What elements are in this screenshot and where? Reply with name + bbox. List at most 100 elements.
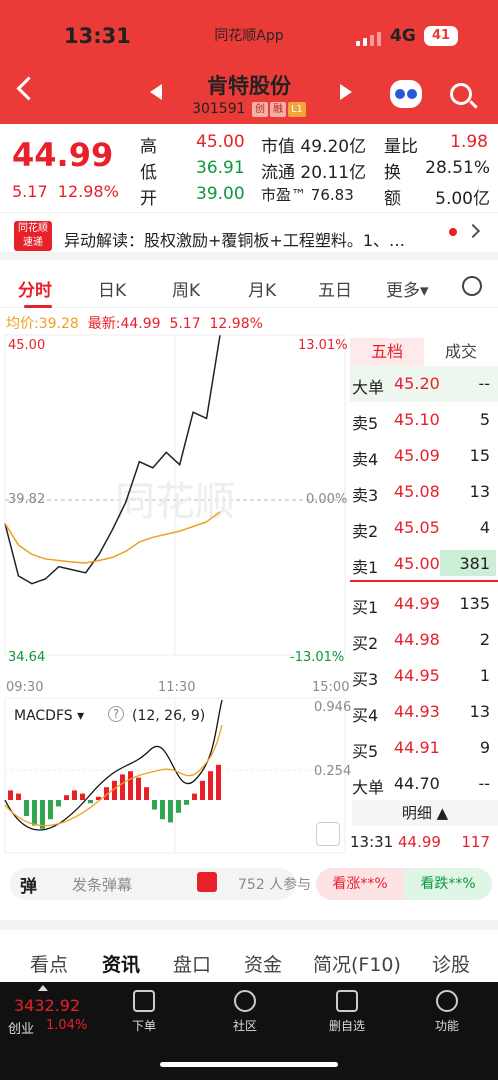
orderbook-row[interactable]: 买3 44.95 1	[350, 658, 498, 694]
low-value: 36.91	[196, 158, 245, 178]
macd-bar	[160, 800, 165, 820]
news-text[interactable]: 异动解读：股权激励+覆铜板+工程塑料。1、…	[64, 227, 440, 251]
top-pct-label: 13.01%	[298, 338, 348, 353]
orderbook-row[interactable]: 卖4 45.09 15	[350, 438, 498, 474]
tab-five-day[interactable]: 五日	[318, 276, 352, 301]
barrage-bar: 弹 发条弹幕 752 人参与 看涨**% 看跌**%	[0, 860, 498, 906]
macd-bar	[184, 800, 189, 805]
tab-f10[interactable]: 简况(F10)	[313, 950, 401, 977]
macd-mid-label: 0.254	[314, 764, 352, 779]
orderbook-label: 卖5	[352, 414, 379, 433]
orderbook-price: 44.91	[394, 738, 440, 757]
orderbook-vol: 381	[459, 554, 490, 573]
time-start-label: 09:30	[6, 680, 44, 695]
orderbook-label: 买5	[352, 742, 379, 761]
orderbook-row[interactable]: 买2 44.98 2	[350, 622, 498, 658]
orderbook-label: 买1	[352, 598, 379, 617]
pe-label: 市盈™ 76.83	[261, 186, 354, 204]
tab-news[interactable]: 资讯	[102, 950, 140, 977]
settings-icon[interactable]	[462, 276, 482, 296]
community-icon[interactable]	[234, 990, 256, 1012]
macd-indicator-select[interactable]: MACDFS ▾	[14, 708, 84, 724]
macd-top-label: 0.946	[314, 700, 352, 715]
stock-name: 肯特股份	[207, 74, 291, 98]
orderbook-row[interactable]: 卖2 45.05 4	[350, 510, 498, 546]
dock-community[interactable]: 社区	[215, 1017, 275, 1034]
orderbook-row[interactable]: 买1 44.99 135	[350, 586, 498, 622]
tab-weekly[interactable]: 周K	[172, 276, 200, 301]
orderbook-vol: 1	[479, 666, 490, 685]
orderbook-vol: --	[478, 374, 490, 393]
open-value: 39.00	[196, 184, 245, 204]
macd-bar	[64, 795, 69, 800]
tag-rong: 融	[269, 102, 286, 117]
macd-bar	[176, 800, 181, 813]
bid-ask-divider	[350, 580, 498, 582]
index-name: 创业	[8, 1022, 35, 1037]
price-change: 5.17 12.98%	[12, 182, 119, 201]
tab-monthly[interactable]: 月K	[248, 276, 276, 301]
news-banner[interactable]: 同花顺 速递 异动解读：股权激励+覆铜板+工程塑料。1、…	[0, 212, 498, 260]
orderbook-row[interactable]: 买4 44.93 13	[350, 694, 498, 730]
macd-bar	[120, 774, 125, 800]
tab-funds[interactable]: 资金	[244, 950, 282, 977]
tab-highlights[interactable]: 看点	[30, 950, 68, 977]
tab-diagnosis[interactable]: 诊股	[432, 950, 470, 977]
orderbook-row[interactable]: 卖1 45.00 381	[350, 546, 498, 582]
orderbook-row[interactable]: 大单 44.70 --	[350, 766, 498, 802]
orderbook-label: 大单	[352, 778, 385, 797]
dea-line	[4, 724, 223, 827]
open-label: 开	[140, 189, 157, 209]
dock-remove-watchlist[interactable]: 删自选	[317, 1017, 377, 1034]
index-pct: 1.04%	[46, 1018, 88, 1033]
orderbook-row[interactable]: 买5 44.91 9	[350, 730, 498, 766]
search-icon[interactable]	[450, 83, 472, 105]
orderbook-label: 大单	[352, 378, 385, 397]
tab-trades[interactable]: 成交	[424, 338, 498, 366]
turnover-label: 换	[384, 163, 401, 183]
robot-assistant-icon[interactable]	[390, 80, 422, 108]
intraday-chart[interactable]: 同花顺 45.00 13.01% 39.82 0.00% 34.64 -13.0…	[0, 330, 352, 855]
gift-icon[interactable]	[197, 872, 217, 892]
orderbook-row[interactable]: 卖5 45.10 5	[350, 402, 498, 438]
index-arrow-icon	[38, 985, 48, 991]
orderbook-row[interactable]: 大单 45.20 --	[350, 366, 498, 402]
dock-functions[interactable]: 功能	[417, 1017, 477, 1034]
orderbook-label: 卖3	[352, 486, 379, 505]
orderbook-vol: 15	[469, 446, 490, 465]
expand-icon[interactable]	[316, 822, 340, 846]
macd-bar	[192, 793, 197, 800]
bottom-pct-label: -13.01%	[290, 650, 345, 665]
macd-bar	[168, 800, 173, 823]
orderbook-label: 买2	[352, 634, 379, 653]
macd-bar	[136, 777, 141, 800]
low-label: 低	[140, 163, 157, 183]
vote-up-button[interactable]: 看涨**%	[316, 868, 404, 900]
orderbook-vol: 135	[459, 594, 490, 613]
order-icon[interactable]	[133, 990, 155, 1012]
orderbook-vol: 9	[479, 738, 490, 757]
chart-tabs: 分时 日K 周K 月K 五日 更多▾	[0, 266, 498, 308]
tab-daily[interactable]: 日K	[98, 276, 126, 301]
help-icon[interactable]: ?	[108, 706, 124, 722]
detail-toggle[interactable]: 明细 ▲	[352, 800, 498, 826]
tab-more[interactable]: 更多▾	[386, 276, 429, 301]
index-value[interactable]: 3432.92	[14, 996, 80, 1015]
next-stock-icon[interactable]	[340, 84, 352, 100]
vote-down-button[interactable]: 看跌**%	[404, 868, 492, 900]
menu-icon[interactable]	[436, 990, 458, 1012]
orderbook-row[interactable]: 卖3 45.08 13	[350, 474, 498, 510]
vr-label: 量比	[384, 137, 418, 157]
tab-five-level[interactable]: 五档	[350, 338, 424, 366]
orderbook-label: 买4	[352, 706, 379, 725]
orderbook-vol: 2	[479, 630, 490, 649]
tab-intraday[interactable]: 分时	[18, 276, 52, 301]
orderbook-label: 卖4	[352, 450, 379, 469]
tab-market-depth[interactable]: 盘口	[173, 950, 211, 977]
macd-bar	[72, 790, 77, 800]
remove-watchlist-icon[interactable]	[336, 990, 358, 1012]
macd-bar	[208, 771, 213, 800]
orderbook-price: 45.05	[394, 518, 440, 537]
dock-order[interactable]: 下单	[114, 1017, 174, 1034]
amount-value: 5.00亿	[435, 189, 490, 209]
